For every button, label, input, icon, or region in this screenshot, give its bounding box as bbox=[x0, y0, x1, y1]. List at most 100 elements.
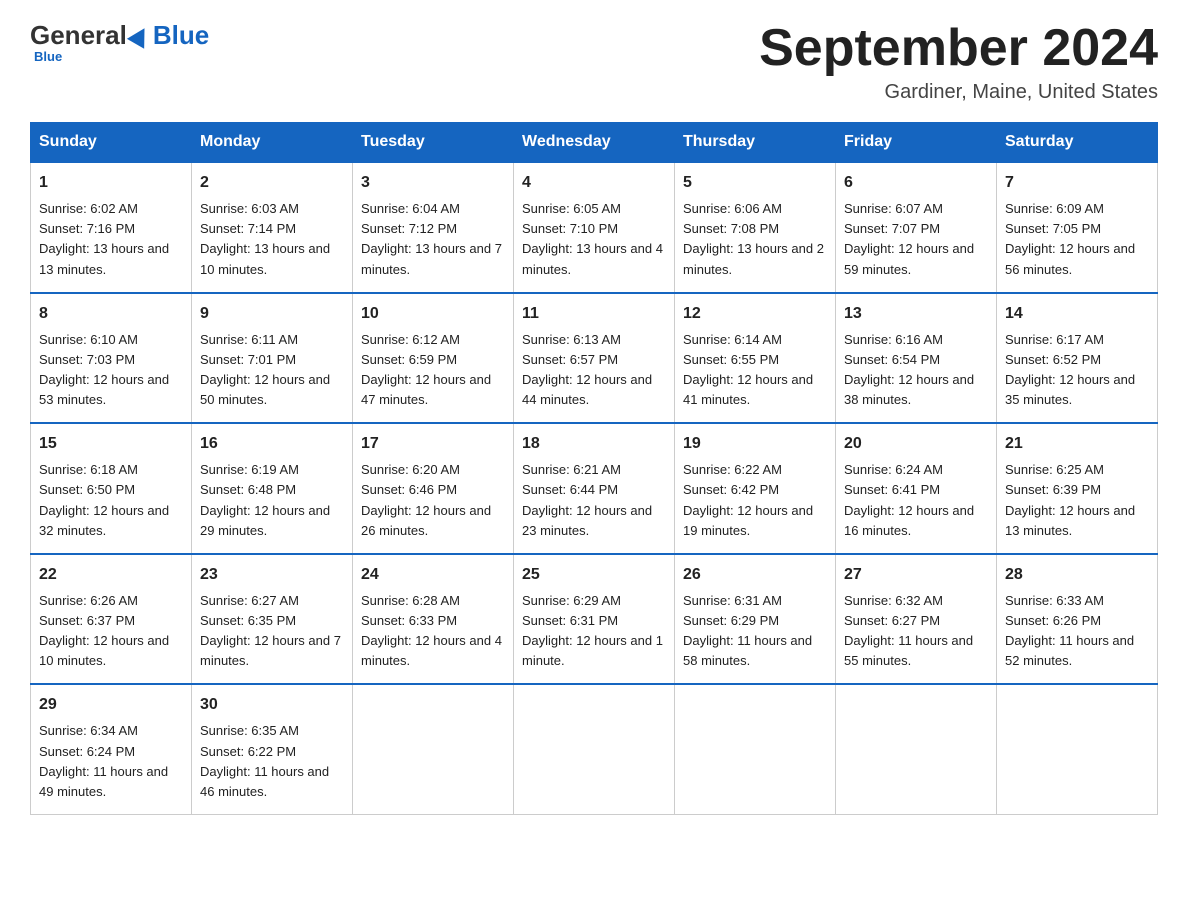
day-header-tuesday: Tuesday bbox=[353, 123, 514, 163]
day-info: Sunrise: 6:18 AMSunset: 6:50 PMDaylight:… bbox=[39, 462, 169, 537]
calendar-cell: 22 Sunrise: 6:26 AMSunset: 6:37 PMDayligh… bbox=[31, 554, 192, 685]
calendar-cell: 21 Sunrise: 6:25 AMSunset: 6:39 PMDayligh… bbox=[997, 423, 1158, 554]
day-info: Sunrise: 6:12 AMSunset: 6:59 PMDaylight:… bbox=[361, 332, 491, 407]
day-info: Sunrise: 6:09 AMSunset: 7:05 PMDaylight:… bbox=[1005, 201, 1135, 276]
day-header-thursday: Thursday bbox=[675, 123, 836, 163]
location-title: Gardiner, Maine, United States bbox=[759, 81, 1158, 104]
day-info: Sunrise: 6:19 AMSunset: 6:48 PMDaylight:… bbox=[200, 462, 330, 537]
calendar-cell: 11Sunrise: 6:13 AMSunset: 6:57 PMDayligh… bbox=[514, 293, 675, 424]
logo-subtitle: Blue bbox=[34, 49, 62, 64]
day-info: Sunrise: 6:07 AMSunset: 7:07 PMDaylight:… bbox=[844, 201, 974, 276]
logo-blue-text: Blue bbox=[153, 20, 209, 51]
day-info: Sunrise: 6:33 AMSunset: 6:26 PMDaylight:… bbox=[1005, 593, 1134, 668]
day-info: Sunrise: 6:24 AMSunset: 6:41 PMDaylight:… bbox=[844, 462, 974, 537]
day-header-friday: Friday bbox=[836, 123, 997, 163]
calendar-week-row: 1 Sunrise: 6:02 AMSunset: 7:16 PMDaylight… bbox=[31, 162, 1158, 293]
day-info: Sunrise: 6:29 AMSunset: 6:31 PMDaylight:… bbox=[522, 593, 663, 668]
calendar-cell: 27 Sunrise: 6:32 AMSunset: 6:27 PMDayligh… bbox=[836, 554, 997, 685]
calendar-cell: 9Sunrise: 6:11 AMSunset: 7:01 PMDaylight… bbox=[192, 293, 353, 424]
day-info: Sunrise: 6:06 AMSunset: 7:08 PMDaylight:… bbox=[683, 201, 824, 276]
day-number: 8 bbox=[39, 302, 183, 326]
day-number: 10 bbox=[361, 302, 505, 326]
day-number: 13 bbox=[844, 302, 988, 326]
calendar-cell: 8 Sunrise: 6:10 AMSunset: 7:03 PMDaylight… bbox=[31, 293, 192, 424]
day-number: 19 bbox=[683, 432, 827, 456]
calendar-cell bbox=[675, 684, 836, 814]
day-number: 5 bbox=[683, 171, 827, 195]
day-number: 23 bbox=[200, 563, 344, 587]
day-header-wednesday: Wednesday bbox=[514, 123, 675, 163]
calendar-cell: 28 Sunrise: 6:33 AMSunset: 6:26 PMDayligh… bbox=[997, 554, 1158, 685]
day-info: Sunrise: 6:03 AMSunset: 7:14 PMDaylight:… bbox=[200, 201, 330, 276]
day-number: 1 bbox=[39, 171, 183, 195]
calendar-cell: 19Sunrise: 6:22 AMSunset: 6:42 PMDayligh… bbox=[675, 423, 836, 554]
day-info: Sunrise: 6:10 AMSunset: 7:03 PMDaylight:… bbox=[39, 332, 169, 407]
day-info: Sunrise: 6:16 AMSunset: 6:54 PMDaylight:… bbox=[844, 332, 974, 407]
day-number: 12 bbox=[683, 302, 827, 326]
calendar-cell: 15 Sunrise: 6:18 AMSunset: 6:50 PMDayligh… bbox=[31, 423, 192, 554]
day-number: 16 bbox=[200, 432, 344, 456]
logo: General Blue Blue bbox=[30, 20, 209, 64]
calendar-cell: 3Sunrise: 6:04 AMSunset: 7:12 PMDaylight… bbox=[353, 162, 514, 293]
day-info: Sunrise: 6:34 AMSunset: 6:24 PMDaylight:… bbox=[39, 723, 168, 798]
day-number: 27 bbox=[844, 563, 988, 587]
day-number: 9 bbox=[200, 302, 344, 326]
calendar-cell: 24Sunrise: 6:28 AMSunset: 6:33 PMDayligh… bbox=[353, 554, 514, 685]
day-number: 21 bbox=[1005, 432, 1149, 456]
day-header-sunday: Sunday bbox=[31, 123, 192, 163]
day-header-saturday: Saturday bbox=[997, 123, 1158, 163]
calendar-week-row: 29 Sunrise: 6:34 AMSunset: 6:24 PMDayligh… bbox=[31, 684, 1158, 814]
day-number: 25 bbox=[522, 563, 666, 587]
day-number: 29 bbox=[39, 693, 183, 717]
calendar-cell: 17Sunrise: 6:20 AMSunset: 6:46 PMDayligh… bbox=[353, 423, 514, 554]
calendar-cell: 23Sunrise: 6:27 AMSunset: 6:35 PMDayligh… bbox=[192, 554, 353, 685]
calendar-cell: 20 Sunrise: 6:24 AMSunset: 6:41 PMDayligh… bbox=[836, 423, 997, 554]
calendar-cell: 13 Sunrise: 6:16 AMSunset: 6:54 PMDayligh… bbox=[836, 293, 997, 424]
calendar-table: SundayMondayTuesdayWednesdayThursdayFrid… bbox=[30, 122, 1158, 815]
day-number: 11 bbox=[522, 302, 666, 326]
day-number: 4 bbox=[522, 171, 666, 195]
calendar-cell: 18 Sunrise: 6:21 AMSunset: 6:44 PMDayligh… bbox=[514, 423, 675, 554]
day-number: 15 bbox=[39, 432, 183, 456]
day-info: Sunrise: 6:02 AMSunset: 7:16 PMDaylight:… bbox=[39, 201, 169, 276]
day-number: 30 bbox=[200, 693, 344, 717]
calendar-cell bbox=[836, 684, 997, 814]
day-number: 7 bbox=[1005, 171, 1149, 195]
day-number: 3 bbox=[361, 171, 505, 195]
calendar-cell: 1 Sunrise: 6:02 AMSunset: 7:16 PMDaylight… bbox=[31, 162, 192, 293]
calendar-cell: 30 Sunrise: 6:35 AMSunset: 6:22 PMDayligh… bbox=[192, 684, 353, 814]
day-info: Sunrise: 6:25 AMSunset: 6:39 PMDaylight:… bbox=[1005, 462, 1135, 537]
calendar-week-row: 8 Sunrise: 6:10 AMSunset: 7:03 PMDaylight… bbox=[31, 293, 1158, 424]
calendar-cell bbox=[997, 684, 1158, 814]
day-number: 20 bbox=[844, 432, 988, 456]
day-info: Sunrise: 6:14 AMSunset: 6:55 PMDaylight:… bbox=[683, 332, 813, 407]
calendar-cell: 12 Sunrise: 6:14 AMSunset: 6:55 PMDayligh… bbox=[675, 293, 836, 424]
day-info: Sunrise: 6:21 AMSunset: 6:44 PMDaylight:… bbox=[522, 462, 652, 537]
day-info: Sunrise: 6:26 AMSunset: 6:37 PMDaylight:… bbox=[39, 593, 169, 668]
logo-text: General Blue bbox=[30, 20, 209, 51]
calendar-cell bbox=[353, 684, 514, 814]
calendar-cell: 6Sunrise: 6:07 AMSunset: 7:07 PMDaylight… bbox=[836, 162, 997, 293]
calendar-cell: 7 Sunrise: 6:09 AMSunset: 7:05 PMDaylight… bbox=[997, 162, 1158, 293]
day-info: Sunrise: 6:35 AMSunset: 6:22 PMDaylight:… bbox=[200, 723, 329, 798]
day-number: 22 bbox=[39, 563, 183, 587]
calendar-header-row: SundayMondayTuesdayWednesdayThursdayFrid… bbox=[31, 123, 1158, 163]
day-info: Sunrise: 6:31 AMSunset: 6:29 PMDaylight:… bbox=[683, 593, 812, 668]
day-info: Sunrise: 6:32 AMSunset: 6:27 PMDaylight:… bbox=[844, 593, 973, 668]
calendar-week-row: 15 Sunrise: 6:18 AMSunset: 6:50 PMDayligh… bbox=[31, 423, 1158, 554]
day-number: 18 bbox=[522, 432, 666, 456]
month-title: September 2024 bbox=[759, 20, 1158, 77]
calendar-cell bbox=[514, 684, 675, 814]
day-number: 28 bbox=[1005, 563, 1149, 587]
calendar-cell: 5 Sunrise: 6:06 AMSunset: 7:08 PMDaylight… bbox=[675, 162, 836, 293]
calendar-cell: 4Sunrise: 6:05 AMSunset: 7:10 PMDaylight… bbox=[514, 162, 675, 293]
calendar-cell: 14 Sunrise: 6:17 AMSunset: 6:52 PMDayligh… bbox=[997, 293, 1158, 424]
day-number: 14 bbox=[1005, 302, 1149, 326]
calendar-cell: 2Sunrise: 6:03 AMSunset: 7:14 PMDaylight… bbox=[192, 162, 353, 293]
calendar-cell: 25 Sunrise: 6:29 AMSunset: 6:31 PMDayligh… bbox=[514, 554, 675, 685]
calendar-cell: 26 Sunrise: 6:31 AMSunset: 6:29 PMDayligh… bbox=[675, 554, 836, 685]
day-info: Sunrise: 6:17 AMSunset: 6:52 PMDaylight:… bbox=[1005, 332, 1135, 407]
page-header: General Blue Blue September 2024 Gardine… bbox=[30, 20, 1158, 104]
day-number: 17 bbox=[361, 432, 505, 456]
day-number: 26 bbox=[683, 563, 827, 587]
